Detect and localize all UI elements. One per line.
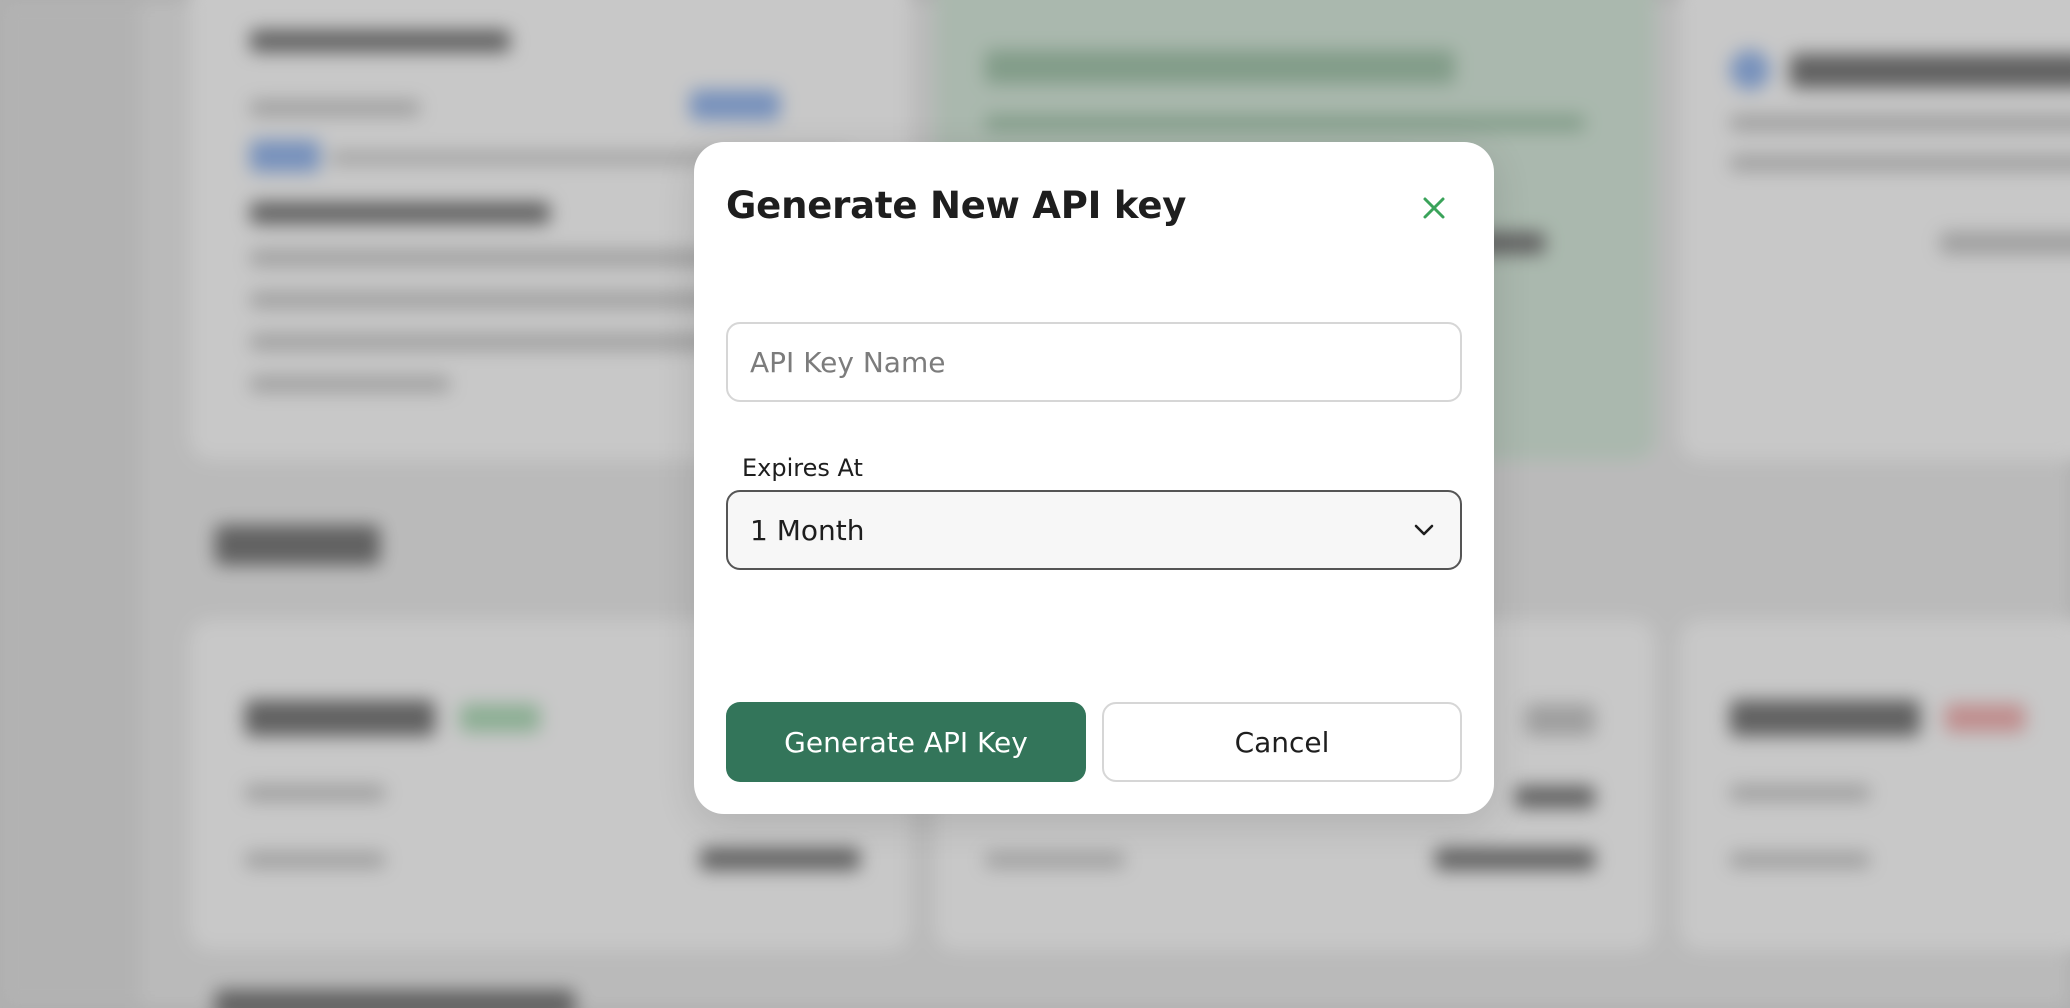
- api-key-name-input[interactable]: [726, 322, 1462, 402]
- close-button[interactable]: [1414, 188, 1454, 228]
- expires-at-selected-value: 1 Month: [750, 513, 865, 547]
- generate-api-key-button[interactable]: Generate API Key: [726, 702, 1086, 782]
- close-icon: [1423, 197, 1445, 219]
- cancel-button[interactable]: Cancel: [1102, 702, 1462, 782]
- expires-at-select[interactable]: 1 Month: [726, 490, 1462, 570]
- chevron-down-icon: [1410, 516, 1438, 544]
- dialog-title: Generate New API key: [726, 184, 1187, 227]
- generate-api-key-dialog: Generate New API key Expires At 1 Month …: [694, 142, 1494, 814]
- expires-at-label: Expires At: [742, 454, 863, 482]
